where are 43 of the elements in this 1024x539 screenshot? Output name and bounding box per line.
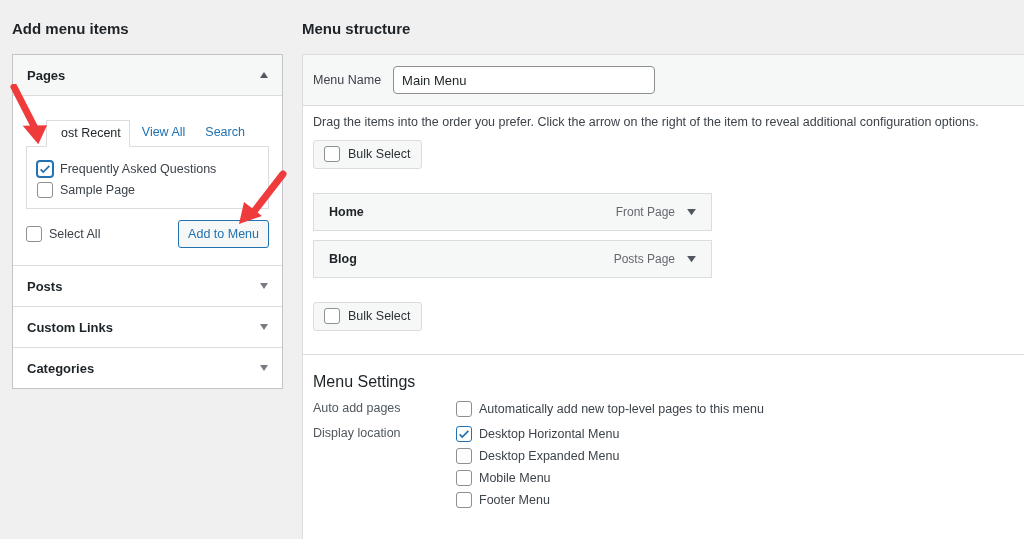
checkbox[interactable] xyxy=(37,182,53,198)
tab[interactable]: View All xyxy=(129,120,194,146)
tab[interactable]: Search xyxy=(193,120,253,146)
checkbox-label: Frequently Asked Questions xyxy=(60,162,217,176)
checkbox[interactable] xyxy=(456,492,472,508)
annotation-arrow xyxy=(236,170,288,226)
checkbox[interactable] xyxy=(324,308,340,324)
field-label: Menu Name xyxy=(313,73,382,87)
setting-label: Auto add pages xyxy=(313,401,402,417)
menu-item[interactable]: Blog Posts Page xyxy=(313,240,712,278)
instructions-text: Drag the items into the order you prefer. Click the arrow on the right of the item to reveal additional configuration options. xyxy=(313,115,980,129)
caret-icon[interactable] xyxy=(687,255,696,263)
column-title: Menu structure xyxy=(302,20,412,39)
checkbox-label: Automatically add new top-level pages to this menu xyxy=(479,402,764,416)
checkbox-label: Select All xyxy=(49,227,101,241)
checkbox[interactable] xyxy=(26,226,42,242)
tab[interactable]: ost Recent xyxy=(46,120,130,147)
checkbox-label: Desktop Expanded Menu xyxy=(479,449,620,463)
caret-icon[interactable] xyxy=(687,208,696,216)
checkbox-label: Desktop Horizontal Menu xyxy=(479,427,620,441)
checkbox[interactable] xyxy=(456,401,472,417)
column-title: Add menu items xyxy=(12,20,130,39)
menu-item[interactable]: Home Front Page xyxy=(313,193,712,231)
menu-name-field[interactable]: Main Menu xyxy=(393,66,656,94)
checked-checkbox[interactable] xyxy=(456,426,472,442)
menu-item-title: Blog xyxy=(329,252,358,266)
menu-item-type: Front Page xyxy=(615,205,675,219)
accordion-header[interactable]: Pages xyxy=(13,55,282,96)
annotation-arrow xyxy=(10,84,50,146)
section-title: Menu Settings xyxy=(313,373,417,391)
add-to-menu-button[interactable]: Add to Menu xyxy=(178,220,269,248)
checked-checkbox[interactable] xyxy=(37,161,53,177)
setting-label: Display location xyxy=(313,426,402,442)
bulk-select-button[interactable]: Bulk Select xyxy=(313,302,422,331)
checkbox[interactable] xyxy=(324,146,340,162)
menu-item-title: Home xyxy=(329,205,365,219)
checkbox[interactable] xyxy=(456,470,472,486)
checkbox-label: Footer Menu xyxy=(479,493,550,507)
bulk-select-button[interactable]: Bulk Select xyxy=(313,140,422,169)
menu-item-type: Posts Page xyxy=(613,252,675,266)
checkbox-label: Sample Page xyxy=(60,183,136,197)
checkbox-label: Mobile Menu xyxy=(479,471,551,485)
checkbox[interactable] xyxy=(456,448,472,464)
